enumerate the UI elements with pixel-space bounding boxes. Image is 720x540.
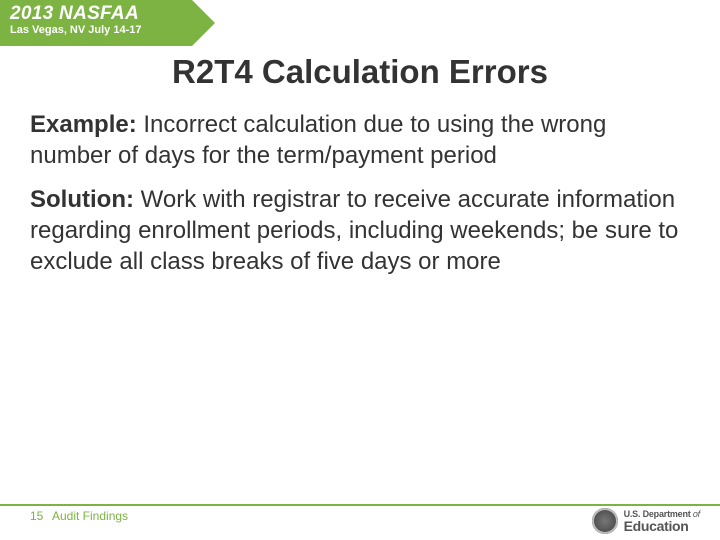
slide: 2013 NASFAA Las Vegas, NV July 14-17 R2T…: [0, 0, 720, 540]
dept-line2: Education: [624, 519, 700, 533]
dept-logo-text: U.S. Department of Education: [624, 510, 700, 533]
conference-name: 2013 NASFAA: [10, 4, 182, 24]
seal-icon: [592, 508, 618, 534]
conference-location: Las Vegas, NV July 14-17: [10, 24, 182, 36]
slide-body: Example: Incorrect calculation due to us…: [30, 110, 680, 292]
footer-rule: [0, 504, 720, 506]
example-paragraph: Example: Incorrect calculation due to us…: [30, 110, 680, 171]
conference-banner: 2013 NASFAA Las Vegas, NV July 14-17: [0, 0, 192, 46]
solution-label: Solution:: [30, 186, 134, 213]
slide-number: 15: [30, 509, 43, 523]
slide-footer: 15 Audit Findings U.S. Department of Edu…: [0, 492, 720, 540]
footer-section-label: Audit Findings: [52, 509, 128, 523]
dept-of-education-logo: U.S. Department of Education: [592, 508, 700, 534]
slide-title: R2T4 Calculation Errors: [0, 53, 720, 91]
solution-paragraph: Solution: Work with registrar to receive…: [30, 185, 680, 277]
example-label: Example:: [30, 111, 137, 138]
